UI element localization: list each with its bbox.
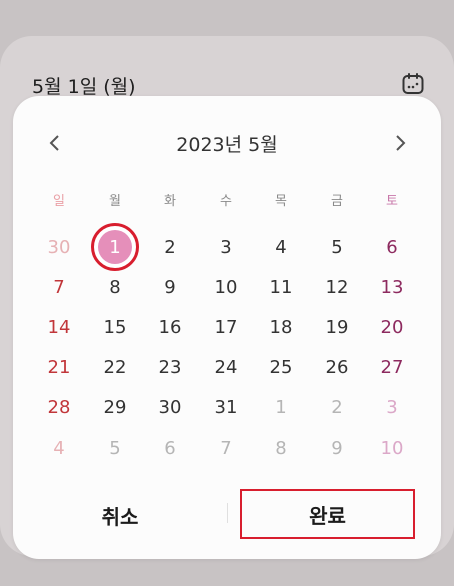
day-cell[interactable]: 12 <box>312 271 362 305</box>
day-cell[interactable]: 14 <box>34 311 84 345</box>
day-cell[interactable]: 28 <box>34 391 84 425</box>
day-cell[interactable]: 8 <box>256 432 306 466</box>
day-cell-selected[interactable]: 1 <box>90 231 140 265</box>
day-cell[interactable]: 22 <box>90 351 140 385</box>
button-divider <box>227 503 228 523</box>
day-cell[interactable]: 6 <box>367 231 417 265</box>
day-cell[interactable]: 8 <box>90 271 140 305</box>
day-cell[interactable]: 17 <box>201 311 251 345</box>
day-cell[interactable]: 3 <box>201 231 251 265</box>
day-cell[interactable]: 10 <box>201 271 251 305</box>
calendar-icon[interactable] <box>401 72 425 96</box>
day-cell[interactable]: 5 <box>312 231 362 265</box>
weekday-thu: 목 <box>275 194 287 209</box>
day-cell[interactable]: 26 <box>312 351 362 385</box>
weekday-fri: 금 <box>331 194 343 209</box>
day-cell[interactable]: 7 <box>34 271 84 305</box>
weekday-mon: 월 <box>109 194 121 209</box>
day-cell[interactable]: 29 <box>90 391 140 425</box>
day-cell[interactable]: 19 <box>312 311 362 345</box>
weekday-wed: 수 <box>220 194 232 209</box>
day-cell[interactable]: 11 <box>256 271 306 305</box>
day-cell[interactable]: 20 <box>367 311 417 345</box>
day-cell[interactable]: 4 <box>256 231 306 265</box>
cancel-button[interactable]: 취소 <box>40 494 200 536</box>
day-cell[interactable]: 5 <box>90 432 140 466</box>
day-cell[interactable]: 25 <box>256 351 306 385</box>
day-cell[interactable]: 9 <box>145 271 195 305</box>
next-month-button[interactable] <box>385 128 415 158</box>
day-cell[interactable]: 2 <box>145 231 195 265</box>
day-cell[interactable]: 13 <box>367 271 417 305</box>
day-cell[interactable]: 10 <box>367 432 417 466</box>
day-cell[interactable]: 27 <box>367 351 417 385</box>
selected-date-field[interactable]: 5월 1일 (월) <box>32 72 136 99</box>
day-cell[interactable]: 21 <box>34 351 84 385</box>
weekday-sun: 일 <box>53 194 65 209</box>
day-cell[interactable]: 4 <box>34 432 84 466</box>
day-cell[interactable]: 3 <box>367 391 417 425</box>
day-cell[interactable]: 15 <box>90 311 140 345</box>
day-cell[interactable]: 2 <box>312 391 362 425</box>
day-cell[interactable]: 31 <box>201 391 251 425</box>
day-cell[interactable]: 16 <box>145 311 195 345</box>
day-cell[interactable]: 9 <box>312 432 362 466</box>
day-cell[interactable]: 23 <box>145 351 195 385</box>
day-cell[interactable]: 18 <box>256 311 306 345</box>
chevron-right-icon <box>396 135 406 151</box>
done-button[interactable]: 완료 <box>240 489 415 539</box>
weekday-sat: 토 <box>386 194 398 209</box>
day-cell[interactable]: 1 <box>256 391 306 425</box>
day-cell[interactable]: 30 <box>34 231 84 265</box>
weekday-tue: 화 <box>164 194 176 209</box>
day-cell[interactable]: 7 <box>201 432 251 466</box>
day-cell[interactable]: 24 <box>201 351 251 385</box>
day-cell[interactable]: 6 <box>145 432 195 466</box>
day-cell[interactable]: 30 <box>145 391 195 425</box>
